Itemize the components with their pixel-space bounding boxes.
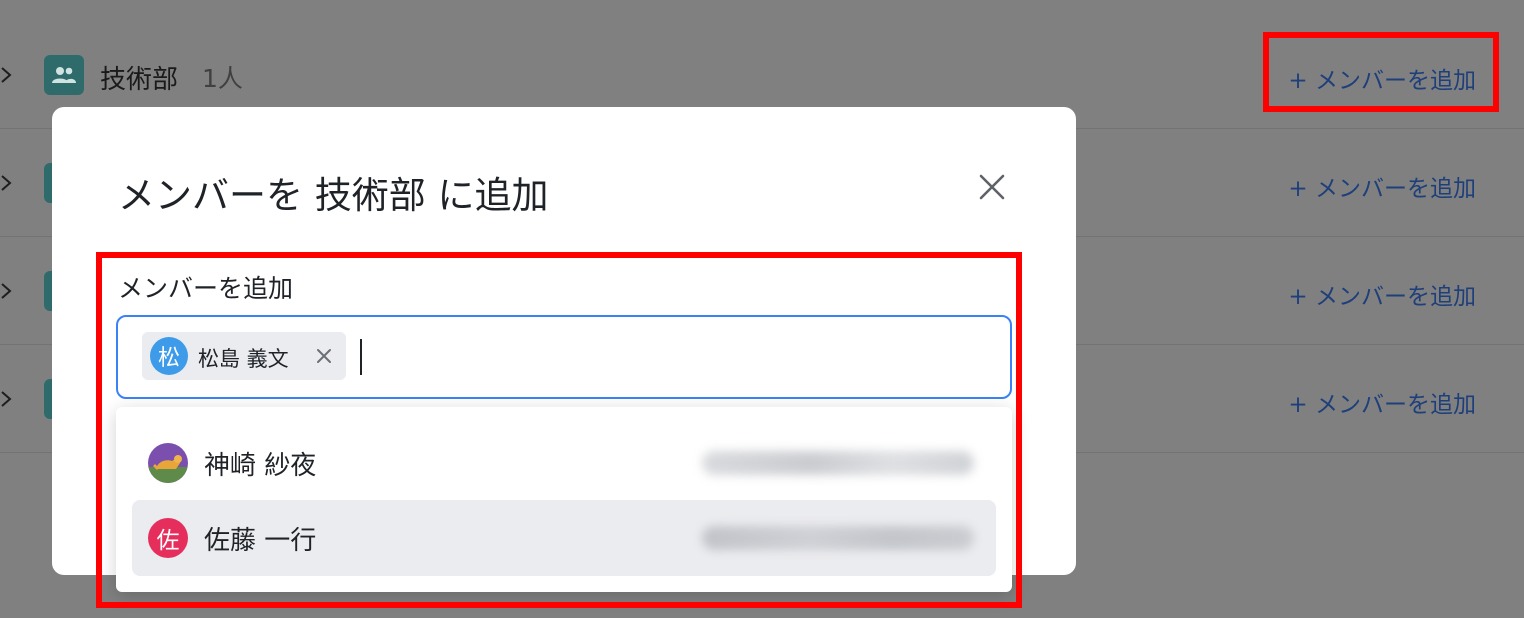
chevron-right-icon[interactable] xyxy=(0,63,16,87)
close-icon[interactable] xyxy=(974,169,1010,205)
group-name: 技術部 xyxy=(100,65,179,95)
annotation-highlight-add-button xyxy=(1263,32,1499,112)
group-member-count: 1人 xyxy=(202,64,243,93)
add-member-button[interactable]: + メンバーを追加 xyxy=(1288,277,1476,311)
modal-title: メンバーを 技術部 に追加 xyxy=(118,174,549,217)
group-icon xyxy=(44,55,84,95)
add-member-button[interactable]: + メンバーを追加 xyxy=(1288,169,1476,203)
chevron-right-icon[interactable] xyxy=(0,171,16,195)
chevron-right-icon[interactable] xyxy=(0,279,16,303)
annotation-highlight-member-field xyxy=(96,252,1022,608)
chevron-right-icon[interactable] xyxy=(0,387,16,411)
add-member-button[interactable]: + メンバーを追加 xyxy=(1288,385,1476,419)
